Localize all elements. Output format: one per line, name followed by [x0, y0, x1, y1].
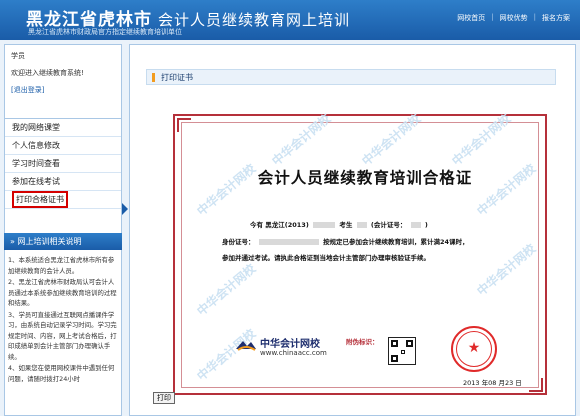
welcome-text: 欢迎进入继续教育系统!: [11, 69, 84, 77]
brand-name: 中华会计网校: [260, 339, 320, 350]
sidebar-item-study-time[interactable]: 学习时间查看: [5, 155, 121, 173]
section-header: 打印证书: [146, 69, 556, 85]
user-label: 学员: [11, 52, 25, 60]
top-nav: 网校首页 | 网校优势 | 报名方案: [451, 13, 576, 23]
info-item: 4、如果您在使用网校课件中遇到任何问题，请随时拨打24小时: [8, 364, 115, 383]
sidebar-item-edit-profile[interactable]: 个人信息修改: [5, 137, 121, 155]
sidebar-item-print-certificate[interactable]: 打印合格证书: [5, 191, 121, 209]
official-seal-icon: ★: [451, 326, 497, 372]
certificate-line-3: 参加并通过考试。请执此合格证到当地会计主管部门办理审核验证手续。: [222, 254, 430, 262]
certificate-date: 2013 年08 月23 日: [463, 379, 522, 387]
brand-url: www.chinaacc.com: [260, 349, 327, 357]
logout-link[interactable]: [退出登录]: [11, 85, 115, 95]
double-chevron-icon: »: [10, 237, 15, 246]
redacted-block: [313, 222, 336, 228]
chinaacc-logo-icon: [236, 341, 256, 351]
certificate-line-1: 今有 黑龙江(2013) 考生 (会计证号： ): [250, 219, 428, 229]
sidebar-item-my-classroom[interactable]: 我的网络课堂: [5, 119, 121, 137]
active-pointer-icon: [122, 203, 128, 215]
certificate-title: 会计人员继续教育培训合格证: [257, 168, 473, 187]
info-body: 1、本系统适合黑龙江省虎林市所有参加继续教育的会计人员。 2、黑龙江省虎林市财政…: [8, 255, 118, 385]
star-icon: ★: [467, 340, 481, 356]
cert-text: (会计证号：: [370, 221, 407, 229]
sidebar-item-online-exam[interactable]: 参加在线考试: [5, 173, 121, 191]
redacted-block: [258, 239, 319, 245]
cert-text: 身份证号：: [222, 238, 255, 246]
print-button[interactable]: 打印: [153, 392, 175, 404]
cert-text: 考生: [339, 221, 353, 229]
site-header: 黑龙江省虎林市 会计人员继续教育网上培训 黑龙江省虎林市财政局官方指定继续教育培训…: [0, 0, 580, 40]
user-box: 学员 欢迎进入继续教育系统! [退出登录]: [5, 45, 121, 119]
qr-code-icon: [388, 337, 416, 365]
redacted-block: [356, 222, 367, 228]
cert-text: 今有: [250, 221, 263, 229]
site-title-sub: 会计人员继续教育网上培训: [158, 11, 351, 29]
sidebar-menu: 我的网络课堂 个人信息修改 学习时间查看 参加在线考试 打印合格证书: [5, 119, 121, 209]
info-title: 网上培训相关说明: [17, 237, 82, 246]
nav-advantage-link[interactable]: 网校优势: [494, 13, 534, 23]
info-item: 3、学员可直接通过互联网点播课件学习，由系统自动记录学习时间。学习完规定时间、内…: [8, 310, 117, 361]
cert-name: 黑龙江(2013): [265, 221, 309, 229]
attachment-label: 附伪标识：: [346, 338, 379, 346]
info-header: » 网上培训相关说明: [4, 233, 122, 250]
certificate-line-2: 身份证号： 按规定已参加会计继续教育培训，累计满24课时，: [222, 236, 469, 246]
info-item: 1、本系统适合黑龙江省虎林市所有参加继续教育的会计人员。: [8, 256, 115, 275]
cert-text: ): [424, 221, 428, 229]
nav-enroll-link[interactable]: 报名方案: [536, 13, 576, 23]
certificate: 中华会计网校 中华会计网校 中华会计网校 中华会计网校 中华会计网校 中华会计网…: [170, 111, 553, 400]
redacted-block: [410, 222, 421, 228]
section-title: 打印证书: [161, 73, 193, 82]
main-panel: 打印证书 中华会计网校 中华会计网校 中华会计网校 中华会计网校 中华会计网校 …: [129, 44, 576, 416]
sidebar-item-label: 打印合格证书: [12, 191, 68, 208]
section-bar-icon: [152, 73, 155, 82]
nav-home-link[interactable]: 网校首页: [451, 13, 491, 23]
cert-text: 按规定已参加会计继续教育培训，累计满24课时，: [323, 238, 469, 246]
site-tagline: 黑龙江省虎林市财政局官方指定继续教育培训单位: [28, 28, 182, 36]
info-item: 2、黑龙江省虎林市财政局认可会计人员通过本系统参加继续教育培训的过程和结果。: [8, 278, 117, 307]
